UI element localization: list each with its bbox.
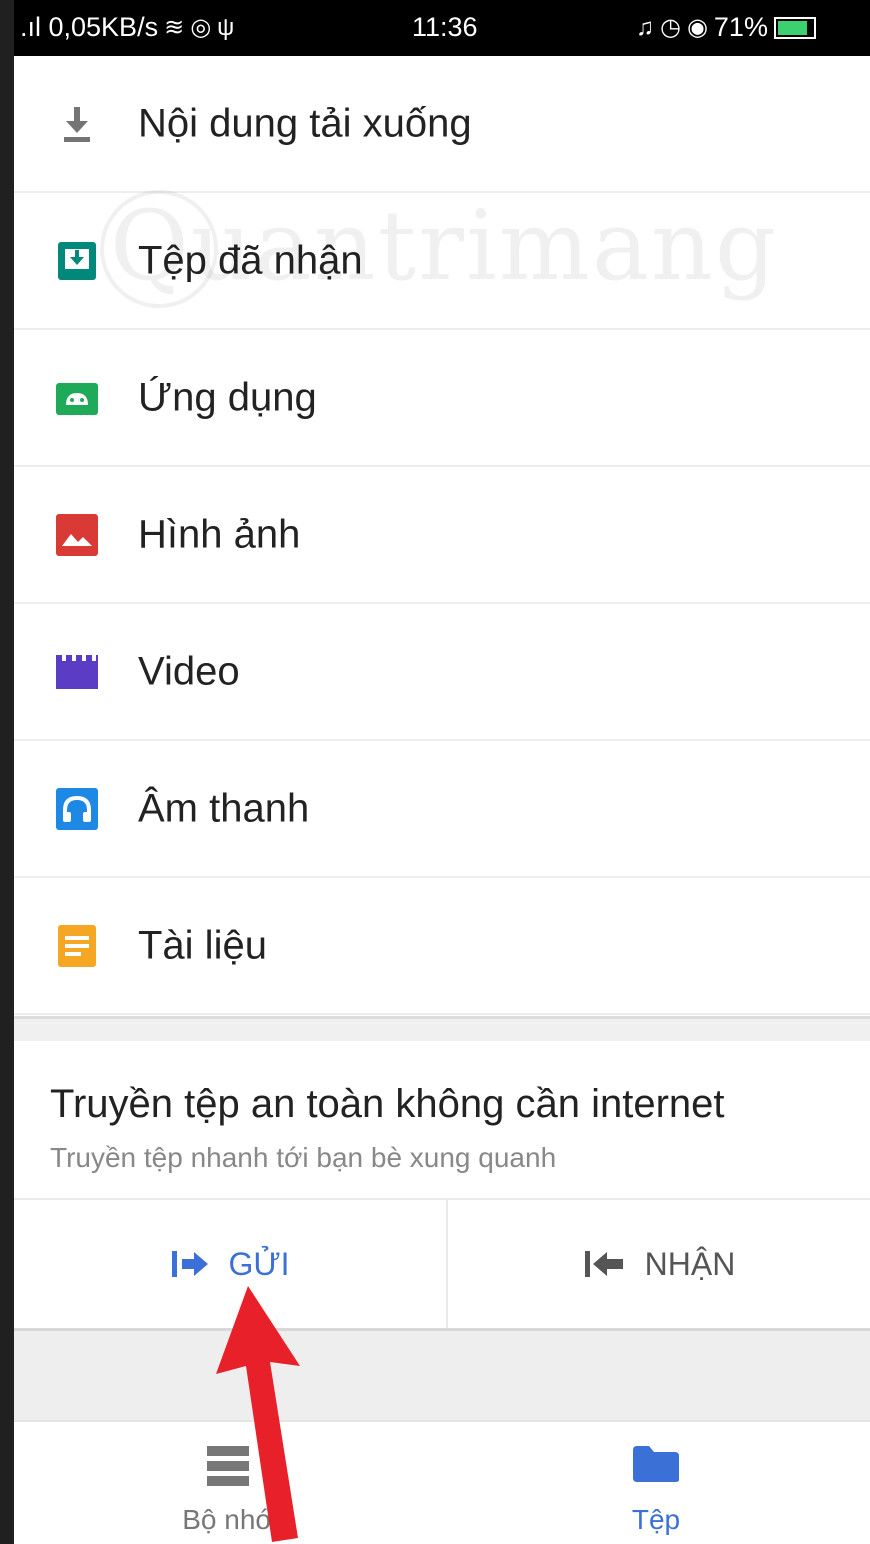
category-item-audio[interactable]: Âm thanh <box>14 741 870 878</box>
video-icon <box>56 654 98 689</box>
section-separator <box>14 1016 870 1041</box>
alarm-icon: ◷ <box>660 14 681 41</box>
nav-tab-files[interactable]: Tệp <box>442 1422 870 1544</box>
status-right: ♫ ◷ ◉ 71% <box>636 12 816 43</box>
send-label: GỬI <box>228 1245 290 1282</box>
category-label: Hình ảnh <box>138 512 301 556</box>
frame-edge <box>0 0 14 1544</box>
wifi-icon: ≋ <box>164 14 185 41</box>
transfer-card-title: Truyền tệp an toàn không cần internet <box>50 1082 725 1126</box>
received-files-icon <box>58 241 96 280</box>
battery-icon <box>773 16 816 39</box>
bottom-navigation: Bộ nhớ Tệp <box>14 1420 870 1544</box>
category-label: Ứng dụng <box>138 375 317 419</box>
headphones-icon <box>56 787 98 830</box>
download-icon <box>64 106 90 142</box>
folder-icon <box>633 1446 679 1482</box>
watermark-bulb <box>100 190 218 308</box>
category-label: Tài liệu <box>138 923 267 967</box>
network-speed: .ıl 0,05KB/s <box>20 12 159 42</box>
category-item-documents[interactable]: Tài liệu <box>14 878 870 1015</box>
category-item-images[interactable]: Hình ảnh <box>14 467 870 604</box>
receive-button[interactable]: NHẬN <box>448 1200 870 1328</box>
annotation-arrow <box>216 1286 300 1542</box>
receive-arrow-icon <box>584 1251 623 1277</box>
battery-percent: 71% <box>713 12 768 42</box>
usb-icon: ψ <box>217 13 235 41</box>
eye-icon: ◉ <box>686 14 708 41</box>
image-icon <box>56 513 98 556</box>
category-item-downloads[interactable]: Nội dung tải xuống <box>14 56 870 193</box>
receive-label: NHẬN <box>644 1245 736 1282</box>
whatsapp-icon: ◎ <box>190 14 212 41</box>
status-bar: .ıl 0,05KB/s ≋ ◎ ψ 11:36 ♫ ◷ ◉ 71% <box>0 0 870 56</box>
category-label: Video <box>138 649 240 693</box>
nav-label-files: Tệp <box>631 1504 681 1535</box>
content-bottom-gap <box>14 1328 870 1423</box>
screen: .ıl 0,05KB/s ≋ ◎ ψ 11:36 ♫ ◷ ◉ 71% Nội d… <box>0 0 870 1544</box>
category-label: Âm thanh <box>138 786 310 830</box>
transfer-card-subtitle: Truyền tệp nhanh tới bạn bè xung quanh <box>50 1142 557 1173</box>
category-label: Nội dung tải xuống <box>138 101 472 145</box>
mute-icon: ♫ <box>636 13 654 41</box>
category-item-video[interactable]: Video <box>14 604 870 741</box>
category-item-apps[interactable]: Ứng dụng <box>14 330 870 467</box>
document-icon <box>58 924 96 967</box>
send-arrow-icon <box>172 1251 209 1277</box>
android-app-icon <box>56 382 98 415</box>
status-left: .ıl 0,05KB/s ≋ ◎ ψ <box>20 12 234 43</box>
clock: 11:36 <box>412 12 478 42</box>
